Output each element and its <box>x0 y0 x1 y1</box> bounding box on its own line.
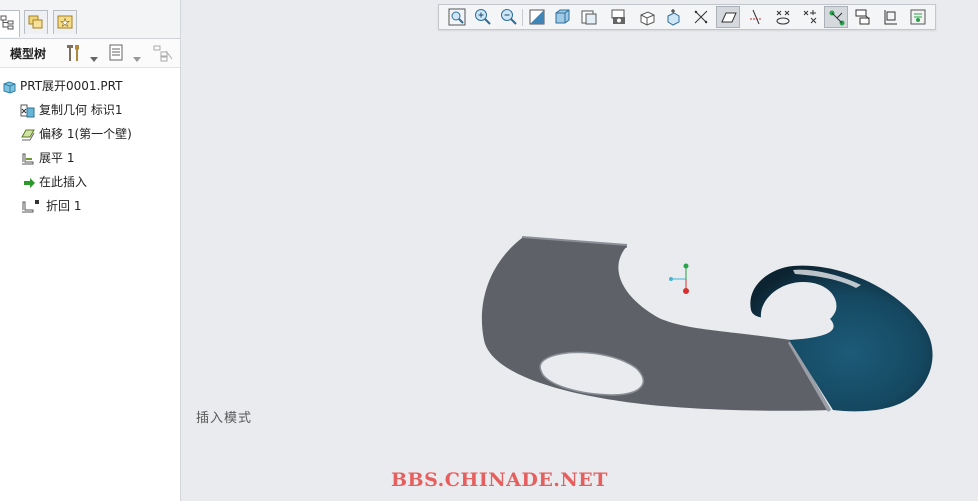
perspective-icon <box>640 11 655 26</box>
offset-wall-icon <box>21 129 35 141</box>
zoom-out-button[interactable] <box>497 6 521 28</box>
watermark: BBS.CHINADE.NET <box>391 469 608 491</box>
refit-button[interactable] <box>445 6 469 28</box>
graphics-viewport[interactable] <box>181 0 978 501</box>
tree-item-label: 偏移 1(第一个壁) <box>39 127 132 141</box>
navigator-tabs <box>0 0 180 39</box>
datum-display-button[interactable] <box>689 6 713 28</box>
tab-favorites[interactable] <box>53 10 77 34</box>
tree-item-label: 展平 1 <box>39 151 75 165</box>
csys-display-button[interactable] <box>798 6 822 28</box>
tree-item-bend-back[interactable]: 折回 1 <box>0 194 180 218</box>
view-manager-icon <box>611 9 625 24</box>
tree-columns-dropdown-icon[interactable] <box>133 48 141 67</box>
repaint-icon <box>529 9 545 25</box>
model-tree: PRT展开0001.PRT 复制几何 标识1 偏移 1(第一个壁) 展平 1 在… <box>0 74 180 218</box>
bend-line-icon <box>855 9 870 25</box>
display-style-icon <box>555 9 570 24</box>
tree-item-label: 在此插入 <box>39 175 88 189</box>
model-tree-tab-icon <box>0 15 14 30</box>
zoom-out-icon <box>501 9 517 25</box>
flat-state-icon <box>884 10 897 25</box>
view-manager-button[interactable] <box>607 6 631 28</box>
sheetmetal-model[interactable] <box>181 0 978 501</box>
tree-item-offset-wall[interactable]: 偏移 1(第一个壁) <box>0 122 180 146</box>
favorites-tab-icon <box>57 15 73 29</box>
tree-item-part[interactable]: PRT展开0001.PRT <box>0 74 180 98</box>
model-tree-toolbar: 模型树 <box>0 39 180 68</box>
plane-display-icon <box>721 12 737 23</box>
point-display-icon <box>776 10 790 25</box>
spin-center-button[interactable] <box>661 6 685 28</box>
navigator-panel: 模型树 PRT展开0001.PRT 复制几何 标识1 偏移 1(第一个壁) 展平… <box>0 0 181 501</box>
saved-views-button[interactable] <box>577 6 601 28</box>
insert-here-arrow-icon <box>24 178 35 188</box>
tree-settings-dropdown-icon[interactable] <box>90 48 98 67</box>
zoom-in-button[interactable] <box>471 6 495 28</box>
graphics-toolbar <box>438 4 936 30</box>
tree-item-label: PRT展开0001.PRT <box>20 79 123 93</box>
spin-center-icon <box>667 9 680 26</box>
refit-icon <box>448 8 466 26</box>
folder-browser-tab-icon <box>28 15 43 29</box>
point-display-button[interactable] <box>771 6 795 28</box>
annotation-display-button[interactable] <box>824 6 848 28</box>
bend-back-icon <box>22 200 39 213</box>
saved-views-icon <box>581 10 597 25</box>
model-tree-title: 模型树 <box>10 47 47 61</box>
zoom-in-icon <box>475 9 491 25</box>
appearance-icon <box>910 9 926 25</box>
tree-item-label: 复制几何 标识1 <box>39 103 123 117</box>
tree-item-label: 折回 1 <box>46 199 82 213</box>
toolbar-separator <box>522 9 523 26</box>
insert-mode-label: 插入模式 <box>196 411 253 426</box>
tab-folder-browser[interactable] <box>24 10 48 34</box>
annotation-display-icon <box>829 10 845 26</box>
repaint-button[interactable] <box>525 6 549 28</box>
axis-display-icon <box>750 9 762 25</box>
tree-item-insert-here[interactable]: 在此插入 <box>0 170 180 194</box>
tree-settings-icon[interactable] <box>64 43 82 67</box>
datum-display-icon <box>694 10 708 24</box>
bend-line-button[interactable] <box>851 6 875 28</box>
tree-item-copy-geometry[interactable]: 复制几何 标识1 <box>0 98 180 122</box>
tree-item-unbend[interactable]: 展平 1 <box>0 146 180 170</box>
tab-model-tree[interactable] <box>0 10 20 37</box>
csys-marker <box>669 263 689 294</box>
axis-display-button[interactable] <box>744 6 768 28</box>
unbend-icon <box>22 153 34 165</box>
display-style-button[interactable] <box>551 6 575 28</box>
tree-columns-icon[interactable] <box>108 43 126 67</box>
part-icon <box>3 81 16 94</box>
flat-state-button[interactable] <box>879 6 903 28</box>
appearance-button[interactable] <box>906 6 930 28</box>
perspective-button[interactable] <box>635 6 659 28</box>
copy-geometry-icon <box>20 104 35 118</box>
plane-display-button[interactable] <box>716 6 740 28</box>
csys-display-icon <box>803 10 817 24</box>
tree-filter-icon[interactable] <box>152 43 174 67</box>
